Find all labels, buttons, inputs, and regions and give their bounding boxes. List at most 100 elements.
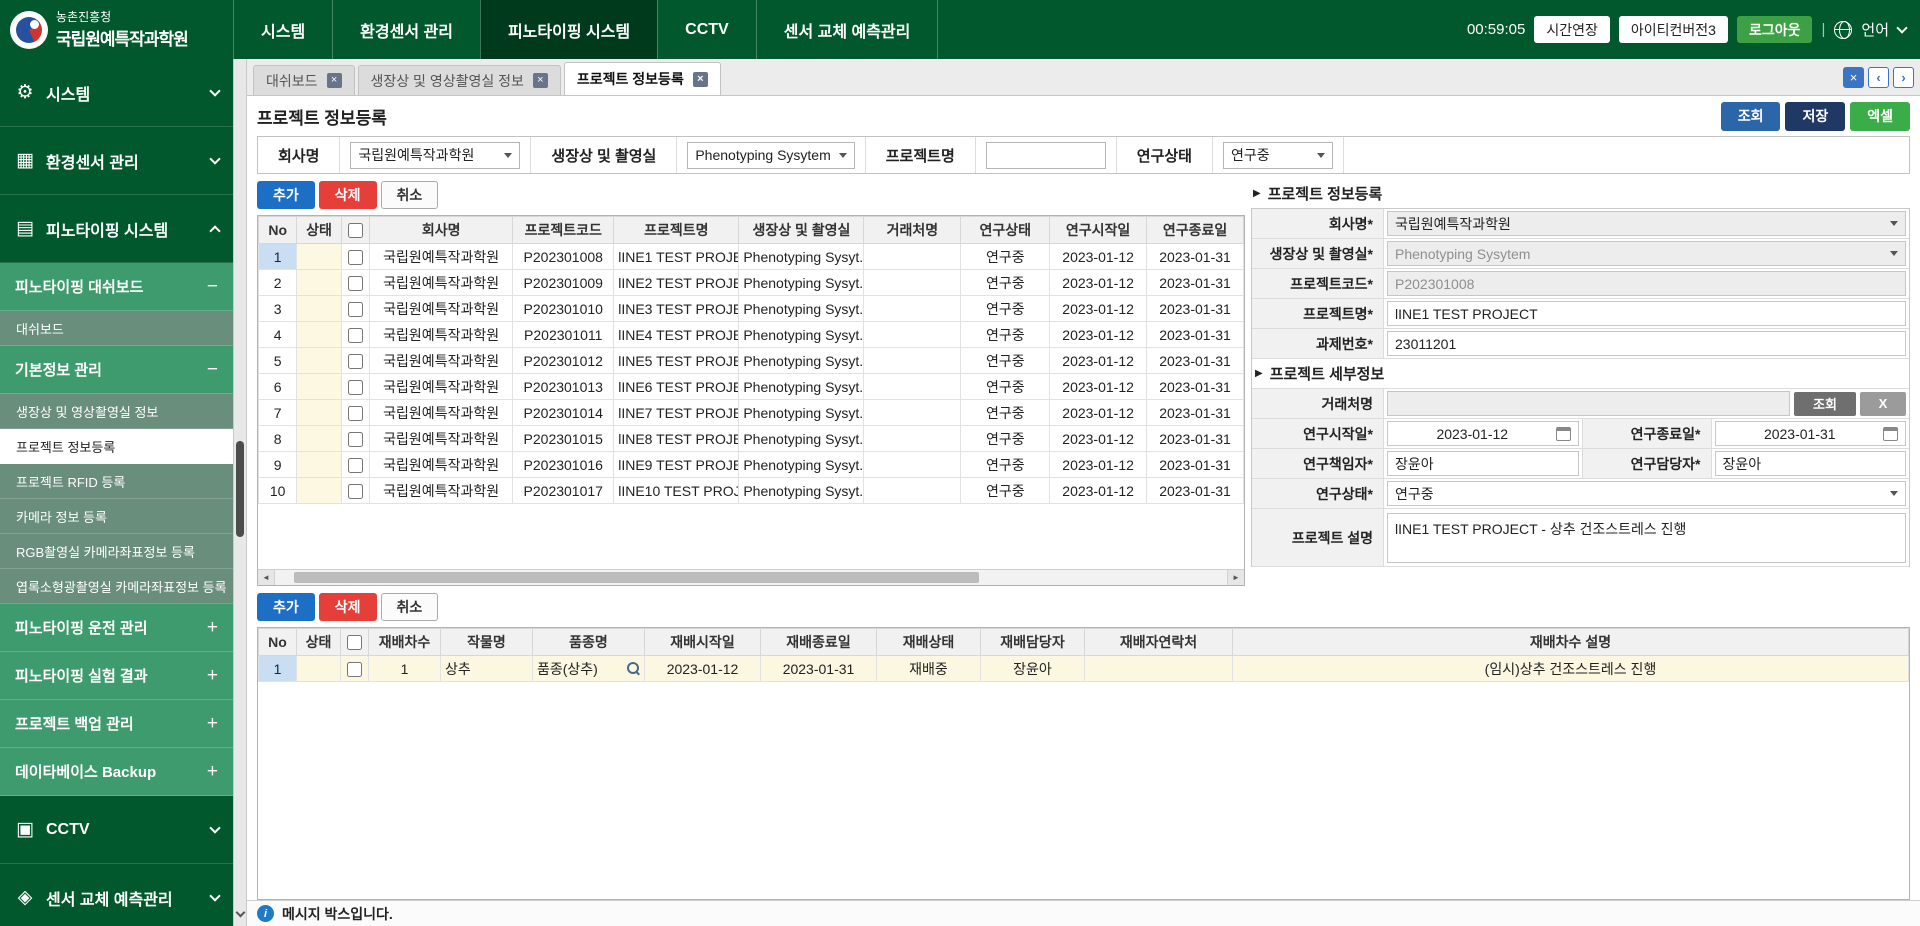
sidebar-item-active[interactable]: 프로젝트 정보등록 <box>0 429 233 464</box>
column-header-status[interactable]: 상태 <box>297 217 341 244</box>
row-checkbox[interactable] <box>348 276 363 291</box>
row-checkbox[interactable] <box>348 302 363 317</box>
sidebar-section[interactable]: ▣CCTV <box>0 796 233 864</box>
tab-close-icon[interactable]: × <box>533 73 548 88</box>
start-date-input[interactable]: 2023-01-12 <box>1387 421 1579 446</box>
excel-button[interactable]: 엑셀 <box>1850 102 1910 131</box>
calendar-icon[interactable] <box>1883 427 1898 441</box>
row-checkbox[interactable] <box>348 458 363 473</box>
select-all-checkbox[interactable] <box>348 223 363 238</box>
client-search-button[interactable]: 조회 <box>1794 392 1856 416</box>
select-all-header[interactable] <box>341 629 369 656</box>
sidebar-item[interactable]: 대쉬보드 <box>0 311 233 346</box>
row-checkbox[interactable] <box>348 354 363 369</box>
scroll-right-icon[interactable]: ► <box>1227 570 1244 585</box>
sidebar-section[interactable]: ⚙시스템 <box>0 59 233 127</box>
sidebar-section[interactable]: ▦환경센서 관리 <box>0 127 233 195</box>
language-label[interactable]: 언어 <box>1861 19 1889 40</box>
sidebar-item[interactable]: 엽록소형광촬영실 카메라좌표정보 등록 <box>0 569 233 604</box>
column-header-name[interactable]: 프로젝트명 <box>614 217 739 244</box>
grid-row[interactable]: 8국립원예특작과학원P202301015lINE8 TEST PROJECTPh… <box>259 426 1244 452</box>
end-date-input[interactable]: 2023-01-31 <box>1715 421 1907 446</box>
sidebar-group[interactable]: 기본정보 관리− <box>0 346 233 394</box>
chevron-down-icon[interactable] <box>1896 22 1907 33</box>
scrollbar-track[interactable] <box>275 570 1227 585</box>
sidebar-group[interactable]: 피노타이핑 운전 관리+ <box>0 604 233 652</box>
column-header-no[interactable]: No <box>259 629 297 656</box>
topmenu-item[interactable]: 피노타이핑 시스템 <box>480 0 657 59</box>
row-checkbox[interactable] <box>348 250 363 265</box>
grid-row[interactable]: 2국립원예특작과학원P202301009lINE2 TEST PROJECTPh… <box>259 270 1244 296</box>
description-textarea[interactable]: lINE1 TEST PROJECT - 상추 건조스트레스 진행 <box>1387 513 1906 563</box>
delete-button[interactable]: 삭제 <box>319 593 377 621</box>
next-tab-button[interactable]: › <box>1893 67 1914 88</box>
close-all-tabs-button[interactable]: × <box>1843 67 1864 88</box>
select-all-header[interactable] <box>341 217 369 244</box>
research-status-select[interactable]: 연구중 <box>1387 481 1906 506</box>
tab[interactable]: 프로젝트 정보등록× <box>564 62 721 95</box>
project-name-input[interactable]: lINE1 TEST PROJECT <box>1387 301 1906 326</box>
filter-project-input[interactable] <box>986 142 1106 169</box>
tab-close-icon[interactable]: × <box>693 72 708 87</box>
cancel-button[interactable]: 취소 <box>381 593 439 621</box>
grid-row[interactable]: 3국립원예특작과학원P202301010lINE3 TEST PROJECTPh… <box>259 296 1244 322</box>
column-header-contact[interactable]: 재배자연락처 <box>1085 629 1233 656</box>
prev-tab-button[interactable]: ‹ <box>1868 67 1889 88</box>
row-checkbox[interactable] <box>348 406 363 421</box>
version-button[interactable]: 아이티컨버전3 <box>1619 16 1728 43</box>
column-header-variety[interactable]: 품종명 <box>533 629 645 656</box>
topmenu-item[interactable]: 센서 교체 예측관리 <box>756 0 939 59</box>
logout-button[interactable]: 로그아웃 <box>1737 16 1813 43</box>
delete-button[interactable]: 삭제 <box>319 181 377 209</box>
sidebar-item[interactable]: 프로젝트 RFID 등록 <box>0 464 233 499</box>
column-header-status[interactable]: 상태 <box>297 629 341 656</box>
topmenu-item[interactable]: 환경센서 관리 <box>332 0 480 59</box>
globe-icon[interactable] <box>1834 21 1852 39</box>
client-clear-button[interactable]: X <box>1860 392 1906 416</box>
column-header-company[interactable]: 회사명 <box>369 217 512 244</box>
row-checkbox[interactable] <box>347 662 362 677</box>
company-select[interactable]: 국립원예특작과학원 <box>1387 211 1906 236</box>
filter-room-select[interactable]: Phenotyping Sysytem <box>687 142 854 169</box>
leader-input[interactable]: 장윤아 <box>1387 451 1579 476</box>
sidebar-item[interactable]: RGB촬영실 카메라좌표정보 등록 <box>0 534 233 569</box>
column-header-crop[interactable]: 작물명 <box>441 629 533 656</box>
column-header-end[interactable]: 연구종료일 <box>1147 217 1244 244</box>
filter-status-select[interactable]: 연구중 <box>1223 142 1333 169</box>
extend-time-button[interactable]: 시간연장 <box>1534 16 1610 43</box>
grid-row[interactable]: 9국립원예특작과학원P202301016lINE9 TEST PROJECTPh… <box>259 452 1244 478</box>
column-header-manager[interactable]: 재배담당자 <box>981 629 1085 656</box>
sidebar-section[interactable]: ▤피노타이핑 시스템 <box>0 195 233 263</box>
search-magnifier-icon[interactable] <box>627 662 640 675</box>
collapse-chevron-icon[interactable] <box>236 908 246 918</box>
sidebar-group[interactable]: 데이타베이스 Backup+ <box>0 748 233 796</box>
column-header-code[interactable]: 프로젝트코드 <box>513 217 614 244</box>
sidebar-group[interactable]: 피노타이핑 대쉬보드− <box>0 263 233 311</box>
row-checkbox[interactable] <box>348 484 363 499</box>
tab-close-icon[interactable]: × <box>327 73 342 88</box>
sidebar-scrollbar-thumb[interactable] <box>236 441 244 537</box>
add-button[interactable]: 추가 <box>257 593 315 621</box>
grid-row[interactable]: 7국립원예특작과학원P202301014lINE7 TEST PROJECTPh… <box>259 400 1244 426</box>
task-no-input[interactable]: 23011201 <box>1387 331 1906 356</box>
row-checkbox[interactable] <box>348 328 363 343</box>
grid-row[interactable]: 1국립원예특작과학원P202301008lINE1 TEST PROJECTPh… <box>259 244 1244 270</box>
column-header-order[interactable]: 재배차수 <box>369 629 441 656</box>
sidebar-section[interactable]: ◈센서 교체 예측관리 <box>0 864 233 926</box>
topmenu-item[interactable]: 시스템 <box>233 0 332 59</box>
sidebar-item[interactable]: 카메라 정보 등록 <box>0 499 233 534</box>
scroll-left-icon[interactable]: ◄ <box>258 570 275 585</box>
calendar-icon[interactable] <box>1556 427 1571 441</box>
grid-row[interactable]: 11상추품종(상추)2023-01-122023-01-31재배중장윤아(임시)… <box>259 656 1909 682</box>
grid-row[interactable]: 6국립원예특작과학원P202301013lINE6 TEST PROJECTPh… <box>259 374 1244 400</box>
save-button[interactable]: 저장 <box>1785 102 1845 131</box>
filter-company-select[interactable]: 국립원예특작과학원 <box>350 142 520 169</box>
column-header-client[interactable]: 거래처명 <box>864 217 961 244</box>
scrollbar-thumb[interactable] <box>294 572 979 583</box>
grid-row[interactable]: 4국립원예특작과학원P202301011lINE4 TEST PROJECTPh… <box>259 322 1244 348</box>
column-header-start[interactable]: 연구시작일 <box>1050 217 1147 244</box>
row-checkbox[interactable] <box>348 380 363 395</box>
column-header-desc[interactable]: 재배차수 설명 <box>1233 629 1909 656</box>
select-all-checkbox[interactable] <box>347 635 362 650</box>
sidebar-splitter[interactable] <box>233 59 247 926</box>
